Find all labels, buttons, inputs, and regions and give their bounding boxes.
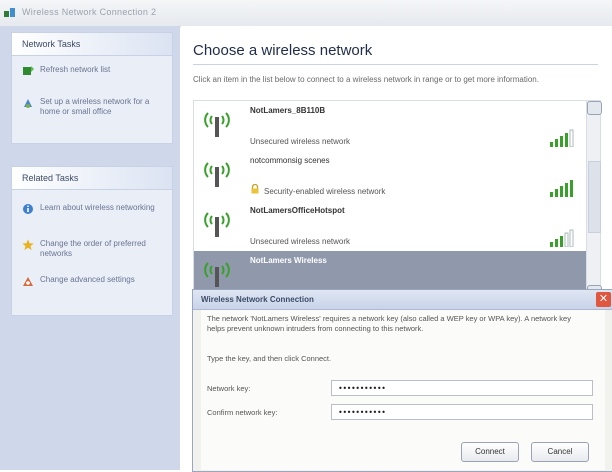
network-ssid: NotLamers_8B110B (250, 106, 326, 115)
cancel-button[interactable]: Cancel (531, 442, 589, 462)
settings-icon (23, 277, 33, 286)
window-title: Wireless Network Connection 2 (22, 7, 157, 17)
network-tasks-header[interactable]: Network Tasks (12, 33, 172, 56)
dialog-title: Wireless Network Connection (201, 295, 314, 304)
dialog-description: The network 'NotLamers Wireless' require… (207, 314, 571, 333)
scroll-up-button[interactable] (587, 101, 602, 115)
confirm-network-key-field[interactable]: ••••••••••• (331, 404, 593, 420)
sidebar: Network Tasks Refresh network list Set u… (0, 26, 180, 470)
network-item[interactable]: NotLamersOfficeHotspot Unsecured wireles… (194, 201, 587, 257)
divider (193, 64, 598, 65)
network-icon (4, 8, 15, 17)
refresh-icon (23, 66, 34, 75)
network-ssid: NotLamers Wireless (250, 256, 327, 265)
page-title: Choose a wireless network (193, 42, 373, 59)
signal-strength-icon (550, 229, 574, 247)
setup-icon (24, 99, 32, 108)
network-status: Unsecured wireless network (250, 137, 351, 146)
star-icon (22, 239, 34, 250)
task-label: Change advanced settings (40, 275, 135, 284)
network-list-scrollbar[interactable] (586, 100, 602, 300)
network-key-label: Network key: (207, 384, 251, 393)
network-tasks-panel: Network Tasks Refresh network list Set u… (11, 32, 173, 144)
network-key-dialog: Wireless Network Connection ✕ The networ… (192, 289, 612, 472)
network-ssid: notcommonsig scenes (250, 156, 330, 165)
network-list[interactable]: NotLamers_8B110B Unsecured wireless netw… (193, 100, 588, 300)
task-label: Learn about wireless networking (40, 203, 155, 212)
network-item[interactable]: NotLamers_8B110B Unsecured wireless netw… (194, 101, 587, 157)
task-label: Refresh network list (40, 65, 111, 74)
related-tasks-header[interactable]: Related Tasks (12, 167, 172, 190)
related-tasks-panel: Related Tasks Learn about wireless netwo… (11, 166, 173, 316)
wireless-antenna-icon (204, 162, 230, 187)
dialog-title-bar[interactable]: Wireless Network Connection ✕ (193, 290, 612, 310)
wireless-antenna-icon (204, 212, 230, 237)
instructions: Click an item in the list below to conne… (193, 75, 539, 84)
info-icon (23, 204, 33, 214)
wireless-antenna-icon (204, 112, 230, 137)
network-key-field[interactable]: ••••••••••• (331, 380, 593, 396)
title-bar[interactable]: Wireless Network Connection 2 (0, 0, 612, 27)
scroll-thumb[interactable] (588, 161, 601, 233)
dialog-prompt: Type the key, and then click Connect. (207, 354, 332, 363)
connect-button[interactable]: Connect (461, 442, 519, 462)
confirm-network-key-label: Confirm network key: (207, 408, 278, 417)
task-label: Change the order of preferred networks (40, 239, 146, 258)
signal-strength-icon (550, 129, 574, 147)
network-status: Security-enabled wireless network (264, 187, 386, 196)
network-ssid: NotLamersOfficeHotspot (250, 206, 345, 215)
wireless-antenna-icon (204, 262, 230, 287)
network-item[interactable]: notcommonsig scenes Security-enabled wir… (194, 151, 587, 207)
lock-icon (251, 184, 259, 194)
close-icon[interactable]: ✕ (596, 292, 611, 307)
signal-strength-icon (550, 180, 573, 197)
network-status: Unsecured wireless network (250, 237, 351, 246)
task-label: Set up a wireless network for a home or … (40, 97, 150, 116)
